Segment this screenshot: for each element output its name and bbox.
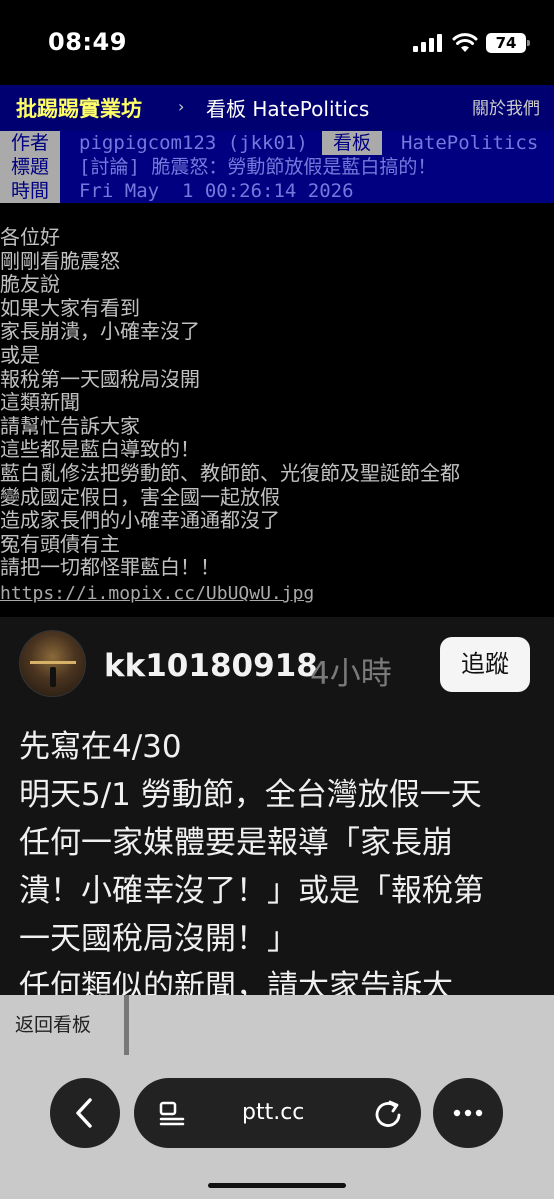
article-line: 如果大家有看到 xyxy=(0,295,140,320)
article-line: 剛剛看脆震怒 xyxy=(0,248,120,273)
article-line: 各位好 xyxy=(0,225,60,249)
more-icon xyxy=(453,1109,483,1117)
embed-line: 一天國稅局沒開！」 xyxy=(19,921,298,957)
breadcrumb-separator: › xyxy=(178,97,185,116)
article-line: 藍白亂修法把勞動節、教師節、光復節及聖誕節全都 xyxy=(0,460,460,485)
time-tag: 時間 xyxy=(0,179,60,203)
avatar xyxy=(19,630,86,697)
meta-time-row: 時間 Fri May 1 00:26:14 2026 xyxy=(0,179,554,203)
title-value: [討論] 脆震怒：勞動節放假是藍白搞的！ xyxy=(79,156,437,178)
article-line: 這類新聞 xyxy=(0,390,80,415)
url-text[interactable]: ptt.cc xyxy=(242,1100,304,1125)
article-line: 請幫忙告訴大家 xyxy=(0,413,140,438)
signal-icon xyxy=(413,34,443,52)
page-menu-icon[interactable] xyxy=(149,1078,199,1148)
home-indicator xyxy=(208,1183,346,1188)
article-line: 冤有頭債有主 xyxy=(0,531,120,556)
embed-username: kk10180918 xyxy=(104,648,318,684)
more-button[interactable] xyxy=(433,1078,503,1148)
article-line: 這些都是藍白導致的！ xyxy=(0,437,200,462)
back-to-board-link[interactable]: 返回看板 xyxy=(15,1010,91,1037)
battery-icon: 74 xyxy=(486,33,530,53)
chevron-left-icon xyxy=(76,1098,92,1128)
article-line: 造成家長們的小確幸通通都沒了 xyxy=(0,508,280,533)
author-tag: 作者 xyxy=(0,131,60,155)
meta-author-row: 作者 pigpigcom123 (jkk01) 看板 HatePolitics xyxy=(0,131,554,155)
article-line: 或是 xyxy=(0,342,40,367)
follow-button: 追蹤 xyxy=(440,637,530,692)
article-body: 各位好 剛剛看脆震怒 脆友說 如果大家有看到 家長崩潰，小確幸沒了 或是 報稅第… xyxy=(0,225,554,580)
board-tag: 看板 xyxy=(322,131,382,155)
embed-line: 潰！小確幸沒了！」或是「報稅第 xyxy=(19,873,484,909)
title-tag: 標題 xyxy=(0,155,60,179)
bar-divider xyxy=(124,995,129,1055)
reload-icon[interactable] xyxy=(369,1078,409,1148)
article-meta: 作者 pigpigcom123 (jkk01) 看板 HatePolitics … xyxy=(0,131,554,203)
article-line: 報稅第一天國稅局沒開 xyxy=(0,366,200,391)
embed-time-ago: 4小時 xyxy=(310,656,392,692)
article-line: 請把一切都怪罪藍白！！ xyxy=(0,555,220,580)
time-value: Fri May 1 00:26:14 2026 xyxy=(79,180,354,202)
board-value: HatePolitics xyxy=(401,132,539,154)
site-brand-link[interactable]: 批踢踢實業坊 xyxy=(16,93,142,123)
embed-line: 先寫在4/30 xyxy=(19,729,182,765)
about-link[interactable]: 關於我們 xyxy=(472,94,540,119)
browser-back-button[interactable] xyxy=(50,1078,120,1148)
embed-line: 任何一家媒體要是報導「家長崩 xyxy=(19,825,453,861)
article-line: 脆友說 xyxy=(0,272,60,297)
status-bar: 08:49 74 xyxy=(0,0,554,85)
ptt-nav-bar: 批踢踢實業坊 › 看板 HatePolitics 關於我們 xyxy=(0,85,554,131)
meta-title-row: 標題 [討論] 脆震怒：勞動節放假是藍白搞的！ xyxy=(0,155,554,179)
embed-post-text: 先寫在4/30 明天5/1 勞動節，全台灣放假一天 任何一家媒體要是報導「家長崩… xyxy=(19,723,539,1011)
article-line: 家長崩潰，小確幸沒了 xyxy=(0,319,200,344)
board-link[interactable]: 看板 HatePolitics xyxy=(206,93,369,122)
status-time: 08:49 xyxy=(48,28,127,56)
image-link[interactable]: https://i.mopix.cc/UbUQwU.jpg xyxy=(0,583,314,604)
embed-line: 明天5/1 勞動節，全台灣放假一天 xyxy=(19,777,482,813)
author-value: pigpigcom123 (jkk01) xyxy=(79,132,308,154)
wifi-icon xyxy=(452,33,478,52)
article-line: 變成國定假日，害全國一起放假 xyxy=(0,484,280,509)
